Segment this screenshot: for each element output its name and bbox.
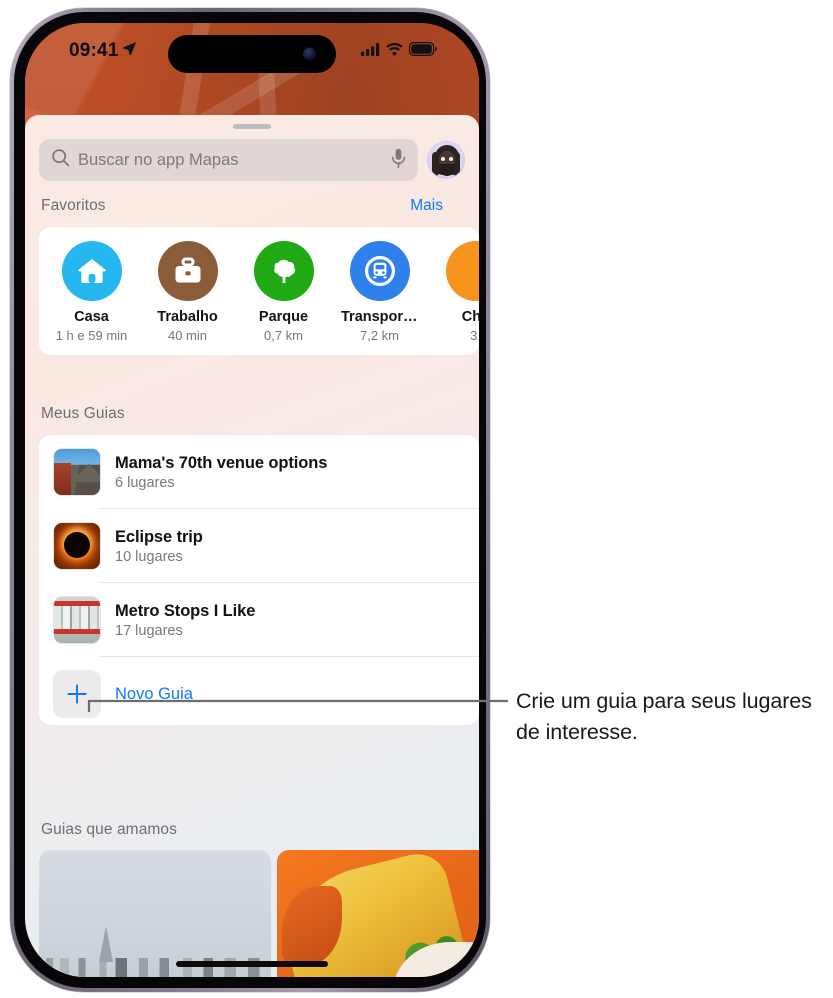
wifi-icon — [386, 42, 403, 61]
food-tacos-photo[interactable] — [277, 850, 479, 977]
favorites-more-button[interactable]: Mais — [410, 197, 443, 215]
tree-icon — [253, 241, 314, 301]
loved-guides-list — [39, 850, 479, 977]
guide-text-block: Metro Stops I Like 17 lugares — [115, 602, 255, 639]
search-icon — [51, 148, 70, 172]
list-item[interactable]: Metro Stops I Like 17 lugares — [39, 583, 479, 657]
train-icon — [349, 241, 410, 301]
favorite-item-transporte[interactable]: Transport… 7,2 km — [341, 241, 418, 343]
favorite-item-trabalho[interactable]: Trabalho 40 min — [149, 241, 226, 343]
front-camera-icon — [303, 47, 316, 61]
favorite-detail: 3, — [470, 328, 479, 344]
avatar-eye-right — [449, 157, 453, 161]
iphone-device-frame: 09:41 Buscar no app Mapas Favoritos Mais… — [10, 8, 490, 992]
favorite-detail: 1 h e 59 min — [55, 328, 128, 344]
page-background — [491, 0, 833, 998]
location-arrow-icon — [122, 40, 137, 62]
shrimp-shape — [281, 886, 342, 966]
guide-place-count: 6 lugares — [115, 474, 175, 491]
favorites-list: Casa 1 h e 59 min Trabalho 40 min Parque… — [39, 227, 479, 343]
sheet-grabber-handle[interactable] — [233, 124, 271, 129]
guide-title: Eclipse trip — [115, 527, 203, 546]
device-bezel: 09:41 Buscar no app Mapas Favoritos Mais… — [14, 12, 486, 988]
favorites-card: Casa 1 h e 59 min Trabalho 40 min Parque… — [39, 227, 479, 355]
search-input[interactable]: Buscar no app Mapas — [39, 139, 418, 181]
my-guides-section-title: Meus Guias — [41, 405, 125, 422]
new-guide-label: Novo Guia — [115, 684, 193, 703]
city-skyline-photo[interactable] — [39, 850, 271, 977]
eclipse-photo-thumbnail — [53, 522, 101, 570]
avatar-hair-left — [432, 152, 439, 176]
transamerica-spire — [99, 926, 114, 962]
home-indicator[interactable] — [176, 961, 328, 967]
guide-place-count: 17 lugares — [115, 622, 183, 639]
avatar[interactable] — [427, 141, 465, 179]
favorite-label: Parque — [258, 309, 309, 325]
list-item[interactable]: Mama's 70th venue options 6 lugares — [39, 435, 479, 509]
favorite-item-partial[interactable]: Cha 3, — [437, 241, 479, 343]
phone-screen: 09:41 Buscar no app Mapas Favoritos Mais… — [25, 23, 479, 977]
guide-title: Mama's 70th venue options — [115, 453, 328, 472]
favorites-section-title: Favoritos — [41, 197, 106, 214]
new-guide-row[interactable]: Novo Guia — [39, 657, 479, 731]
guide-place-count: 10 lugares — [115, 548, 183, 565]
favorite-label: Casa — [74, 309, 109, 325]
guide-text-block: Mama's 70th venue options 6 lugares — [115, 454, 327, 491]
favorite-label: Cha — [461, 309, 479, 325]
search-placeholder: Buscar no app Mapas — [78, 150, 239, 169]
search-row: Buscar no app Mapas — [39, 139, 465, 181]
plus-icon — [53, 670, 101, 718]
guide-title: Metro Stops I Like — [115, 601, 256, 620]
maps-bottom-sheet: Buscar no app Mapas Favoritos Mais Casa … — [25, 115, 479, 977]
my-guides-card: Mama's 70th venue options 6 lugares Ecli… — [39, 435, 479, 725]
favorite-label: Transport… — [341, 309, 418, 325]
favorite-detail: 40 min — [167, 328, 208, 344]
status-bar-indicators — [361, 42, 437, 61]
avatar-eye-left — [441, 157, 445, 161]
favorite-label: Trabalho — [157, 309, 218, 325]
orange-icon — [445, 241, 479, 301]
cellular-bars-icon — [361, 42, 380, 61]
favorite-item-casa[interactable]: Casa 1 h e 59 min — [53, 241, 130, 343]
status-bar-time: 09:41 — [69, 40, 119, 61]
microphone-icon[interactable] — [391, 148, 406, 173]
greens-shape — [402, 934, 479, 977]
guide-text-block: Eclipse trip 10 lugares — [115, 528, 203, 565]
dynamic-island — [168, 35, 336, 73]
house-icon — [61, 241, 122, 301]
status-bar-time-group: 09:41 — [69, 40, 137, 62]
callout-text: Crie um guia para seus lugares de intere… — [516, 689, 812, 744]
mountain-photo-thumbnail — [53, 448, 101, 496]
battery-full-icon — [409, 42, 437, 61]
metro-photo-thumbnail — [53, 596, 101, 644]
favorite-detail: 7,2 km — [359, 328, 399, 344]
loved-guides-section-title: Guias que amamos — [41, 821, 177, 838]
screenshot-root: 09:41 Buscar no app Mapas Favoritos Mais… — [0, 0, 833, 998]
status-bar: 09:41 — [25, 23, 479, 85]
briefcase-icon — [157, 241, 218, 301]
list-item[interactable]: Eclipse trip 10 lugares — [39, 509, 479, 583]
favorite-item-parque[interactable]: Parque 0,7 km — [245, 241, 322, 343]
favorite-detail: 0,7 km — [263, 328, 303, 344]
